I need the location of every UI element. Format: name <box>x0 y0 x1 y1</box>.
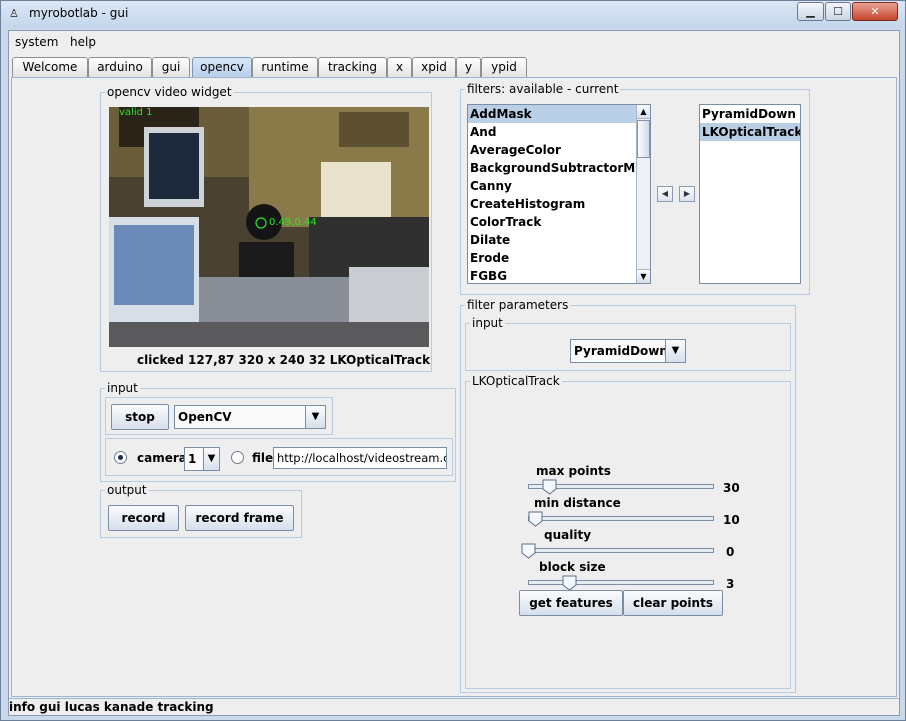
quality-label: quality <box>544 528 592 542</box>
close-button[interactable]: ✕ <box>852 2 898 21</box>
tab-ypid[interactable]: ypid <box>481 57 527 77</box>
list-item[interactable]: FGBG <box>468 267 507 283</box>
input-group: input stop OpenCV ▼ camera 1 ▼ file http… <box>100 381 456 482</box>
video-overlay-point: 0.49,0.44 <box>269 217 317 228</box>
scroll-thumb[interactable] <box>637 120 650 158</box>
app-window: ♙ myrobotlab - gui ▁ ☐ ✕ system help Wel… <box>0 0 906 721</box>
grabber-select-value: OpenCV <box>178 410 232 424</box>
list-item[interactable]: LKOpticalTrack <box>700 123 800 141</box>
input-group-title: input <box>105 381 140 395</box>
maximize-button[interactable]: ☐ <box>825 2 851 21</box>
source-box: camera 1 ▼ file http://localhost/videost… <box>105 438 453 476</box>
list-item[interactable]: BackgroundSubtractorMOG2 <box>468 159 650 177</box>
video-status-text: clicked 127,87 320 x 240 32 LKOpticalTra… <box>137 353 431 367</box>
min-distance-slider-handle[interactable] <box>528 511 543 527</box>
available-filters-list[interactable]: AddMask And AverageColor BackgroundSubtr… <box>467 104 651 284</box>
grabber-box: stop OpenCV ▼ <box>105 397 333 435</box>
menu-bar: system help <box>9 31 899 53</box>
add-filter-button[interactable]: ◀ <box>657 186 673 202</box>
tab-welcome[interactable]: Welcome <box>12 57 88 77</box>
video-overlay-valid: valid 1 <box>119 107 153 118</box>
grabber-select[interactable]: OpenCV ▼ <box>174 405 326 429</box>
max-points-slider-handle[interactable] <box>542 479 557 495</box>
file-label: file <box>252 451 274 465</box>
chevron-down-icon: ▼ <box>665 340 685 362</box>
min-distance-slider[interactable] <box>528 516 714 521</box>
client-area: system help Welcome arduino gui opencv r… <box>8 30 900 716</box>
output-group: output record record frame <box>100 483 302 538</box>
camera-radio[interactable] <box>114 451 127 464</box>
video-widget-group: opencv video widget valid 1 0.49,0.44 cl… <box>100 85 432 372</box>
tab-arduino[interactable]: arduino <box>88 57 152 77</box>
list-item[interactable]: ColorTrack <box>468 213 541 231</box>
scroll-down-icon[interactable]: ▼ <box>637 269 650 283</box>
file-radio[interactable] <box>231 451 244 464</box>
filters-group-title: filters: available - current <box>465 82 621 96</box>
input-source-select[interactable]: PyramidDown ▼ <box>570 339 686 363</box>
chevron-down-icon: ▼ <box>203 448 219 470</box>
list-item[interactable]: Dilate <box>468 231 510 249</box>
record-button[interactable]: record <box>108 505 179 531</box>
lk-optical-track-title: LKOpticalTrack <box>470 374 562 388</box>
tab-xpid[interactable]: xpid <box>412 57 456 77</box>
title-bar[interactable]: ♙ myrobotlab - gui ▁ ☐ ✕ <box>1 1 905 27</box>
get-features-button[interactable]: get features <box>519 590 623 616</box>
lk-optical-track-group: LKOpticalTrack max points 30 min distanc… <box>465 374 791 689</box>
video-widget-title: opencv video widget <box>105 85 234 99</box>
list-item[interactable]: PyramidDown <box>700 105 800 123</box>
filter-parameters-title: filter parameters <box>465 298 571 312</box>
list-item[interactable]: Canny <box>468 177 512 195</box>
min-distance-value: 10 <box>723 513 740 527</box>
current-filters-list[interactable]: PyramidDown LKOpticalTrack <box>699 104 801 284</box>
record-frame-button[interactable]: record frame <box>185 505 294 531</box>
list-item[interactable]: And <box>468 123 496 141</box>
list-item[interactable]: AddMask <box>468 105 637 123</box>
minimize-button[interactable]: ▁ <box>797 2 824 21</box>
block-size-label: block size <box>539 560 606 574</box>
block-size-slider[interactable] <box>528 580 714 585</box>
max-points-value: 30 <box>723 481 740 495</box>
remove-filter-button[interactable]: ▶ <box>679 186 695 202</box>
list-item[interactable]: AverageColor <box>468 141 561 159</box>
max-points-label: max points <box>536 464 611 478</box>
tab-tracking[interactable]: tracking <box>318 57 387 77</box>
quality-slider-handle[interactable] <box>521 543 536 559</box>
scroll-up-icon[interactable]: ▲ <box>637 105 650 119</box>
video-frame[interactable]: valid 1 0.49,0.44 <box>109 107 429 347</box>
filters-group: filters: available - current AddMask And… <box>460 82 810 295</box>
chevron-down-icon: ▼ <box>305 406 325 428</box>
list-item[interactable]: Erode <box>468 249 509 267</box>
tab-opencv[interactable]: opencv <box>192 57 252 77</box>
block-size-value: 3 <box>726 577 735 591</box>
status-bar: info gui lucas kanade tracking <box>9 698 899 715</box>
filter-parameters-group: filter parameters input PyramidDown ▼ LK… <box>460 298 796 693</box>
camera-index-select[interactable]: 1 ▼ <box>184 447 220 471</box>
quality-slider[interactable] <box>528 548 714 553</box>
camera-label: camera <box>137 451 187 465</box>
window-title: myrobotlab - gui <box>29 6 129 20</box>
block-size-slider-handle[interactable] <box>562 575 577 591</box>
stop-button[interactable]: stop <box>111 404 169 430</box>
input-source-value: PyramidDown <box>574 344 668 358</box>
tab-y[interactable]: y <box>456 57 481 77</box>
app-icon: ♙ <box>9 7 19 20</box>
available-list-scrollbar[interactable]: ▲ ▼ <box>636 105 650 283</box>
quality-value: 0 <box>726 545 735 559</box>
menu-system[interactable]: system <box>15 35 58 49</box>
clear-points-button[interactable]: clear points <box>623 590 723 616</box>
menu-help[interactable]: help <box>70 35 96 49</box>
opencv-panel: opencv video widget valid 1 0.49,0.44 cl… <box>11 77 897 697</box>
output-group-title: output <box>105 483 149 497</box>
file-url-input[interactable]: http://localhost/videostream.cgi <box>273 447 447 469</box>
tab-gui[interactable]: gui <box>152 57 190 77</box>
parameters-input-group: input PyramidDown ▼ <box>465 316 791 371</box>
tab-x[interactable]: x <box>387 57 412 77</box>
list-item[interactable]: CreateHistogram <box>468 195 585 213</box>
tab-runtime[interactable]: runtime <box>252 57 318 77</box>
min-distance-label: min distance <box>534 496 621 510</box>
camera-index-value: 1 <box>188 452 197 466</box>
parameters-input-title: input <box>470 316 505 330</box>
